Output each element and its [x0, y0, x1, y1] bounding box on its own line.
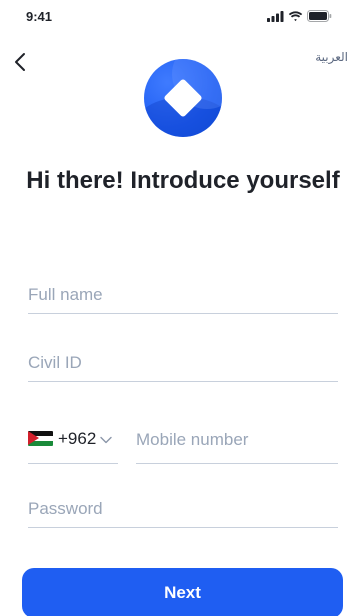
page-title: Hi there! Introduce yourself: [26, 167, 340, 194]
next-button[interactable]: Next: [22, 568, 343, 616]
mobile-field-wrapper: [136, 414, 338, 464]
battery-icon: [307, 10, 332, 22]
full-name-field-wrapper: [28, 272, 338, 314]
wifi-icon: [288, 10, 303, 21]
civil-id-input[interactable]: [28, 340, 338, 381]
country-code-value: +962: [58, 428, 97, 448]
jordan-flag-icon: [28, 431, 53, 446]
full-name-input[interactable]: [28, 272, 338, 313]
country-code-selector[interactable]: +962: [28, 414, 118, 464]
civil-id-field-wrapper: [28, 340, 338, 382]
chevron-down-icon: [100, 436, 112, 443]
mobile-number-input[interactable]: [136, 414, 338, 463]
cellular-signal-icon: [267, 10, 284, 22]
back-button[interactable]: [8, 48, 32, 76]
chevron-left-icon: [15, 53, 25, 71]
password-input[interactable]: [28, 486, 338, 527]
app-logo-icon: [144, 59, 222, 137]
status-bar: 9:41: [0, 0, 354, 34]
status-time: 9:41: [26, 9, 53, 24]
status-icons: [267, 10, 332, 22]
language-switch-link[interactable]: العربية: [315, 50, 348, 64]
password-field-wrapper: [28, 486, 338, 528]
